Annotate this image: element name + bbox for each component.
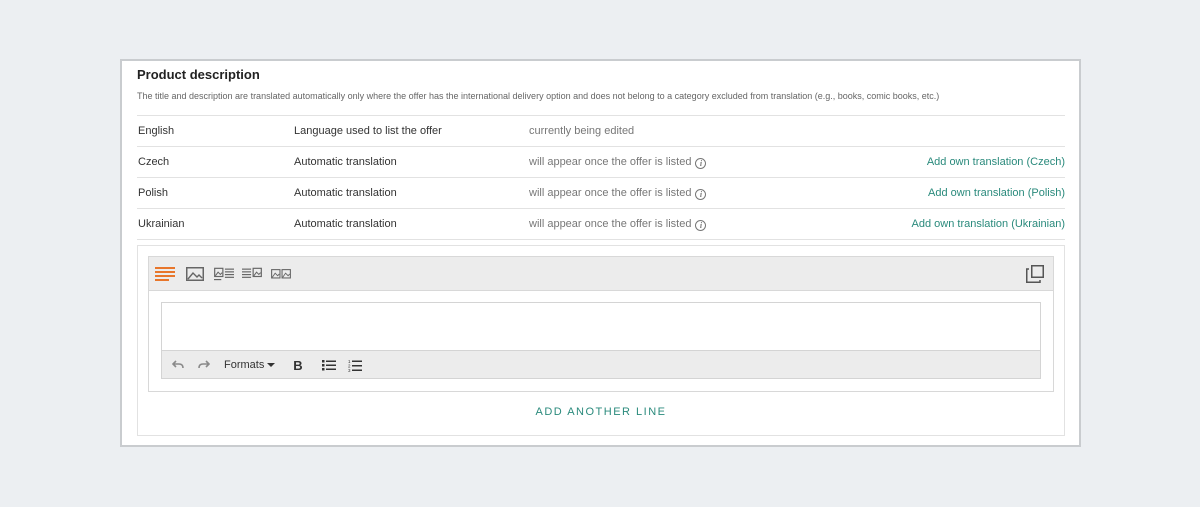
add-another-line-button[interactable]: ADD ANOTHER LINE xyxy=(138,406,1064,418)
info-icon[interactable]: i xyxy=(695,220,707,231)
copy-icon[interactable] xyxy=(1025,263,1045,285)
formats-label: Formats xyxy=(224,359,265,371)
status-text: will appear once the offer is listed xyxy=(529,187,692,199)
add-translation-link-polish[interactable]: Add own translation (Polish) xyxy=(928,187,1065,199)
table-row: Czech Automatic translation will appear … xyxy=(137,147,1065,178)
rich-text-editor: Formats B 1 2 3 xyxy=(161,302,1041,379)
two-images-layout-icon[interactable] xyxy=(271,265,291,283)
language-name: Ukrainian xyxy=(138,218,185,230)
language-name: Polish xyxy=(138,187,168,199)
table-row: Polish Automatic translation will appear… xyxy=(137,178,1065,209)
status-text: will appear once the offer is listed xyxy=(529,156,692,168)
translation-status: currently being edited xyxy=(529,125,635,137)
text-only-layout-icon[interactable] xyxy=(155,265,175,283)
undo-icon[interactable] xyxy=(170,356,186,374)
table-row: Ukrainian Automatic translation will app… xyxy=(137,209,1065,240)
section-subtitle: The title and description are translated… xyxy=(137,91,940,101)
text-image-layout-icon[interactable] xyxy=(242,265,262,283)
translation-status: will appear once the offer is listed i xyxy=(529,156,707,169)
image-only-layout-icon[interactable] xyxy=(185,265,205,283)
svg-text:3: 3 xyxy=(348,368,351,372)
info-icon[interactable]: i xyxy=(695,189,707,200)
table-row: English Language used to list the offer … xyxy=(137,116,1065,147)
description-line-block: Formats B 1 2 3 xyxy=(148,256,1054,392)
translation-mode: Automatic translation xyxy=(294,187,397,199)
info-icon[interactable]: i xyxy=(695,158,707,169)
caret-down-icon xyxy=(267,362,276,367)
numbered-list-icon[interactable]: 1 2 3 xyxy=(346,356,364,374)
translation-status: will appear once the offer is listed i xyxy=(529,187,707,200)
editor-content-area[interactable] xyxy=(162,303,1040,351)
formats-dropdown[interactable]: Formats xyxy=(224,356,276,374)
description-editor-section: Formats B 1 2 3 ADD ANOTHER LINE xyxy=(137,245,1065,436)
translation-mode: Language used to list the offer xyxy=(294,125,442,137)
product-description-panel: Product description The title and descri… xyxy=(120,59,1081,447)
language-name: English xyxy=(138,125,175,137)
section-title: Product description xyxy=(137,67,260,82)
redo-icon[interactable] xyxy=(196,356,212,374)
add-translation-link-ukrainian[interactable]: Add own translation (Ukrainian) xyxy=(912,218,1065,230)
translation-mode: Automatic translation xyxy=(294,156,397,168)
status-text: will appear once the offer is listed xyxy=(529,218,692,230)
rich-text-toolbar: Formats B 1 2 3 xyxy=(162,350,1040,378)
layout-toolbar xyxy=(149,257,1053,291)
image-text-layout-icon[interactable] xyxy=(214,265,234,283)
translation-table: English Language used to list the offer … xyxy=(137,115,1065,240)
add-translation-link-czech[interactable]: Add own translation (Czech) xyxy=(927,156,1065,168)
language-name: Czech xyxy=(138,156,170,168)
translation-mode: Automatic translation xyxy=(294,218,397,230)
bold-button[interactable]: B xyxy=(288,356,308,374)
bullet-list-icon[interactable] xyxy=(320,356,338,374)
translation-status: will appear once the offer is listed i xyxy=(529,218,707,231)
